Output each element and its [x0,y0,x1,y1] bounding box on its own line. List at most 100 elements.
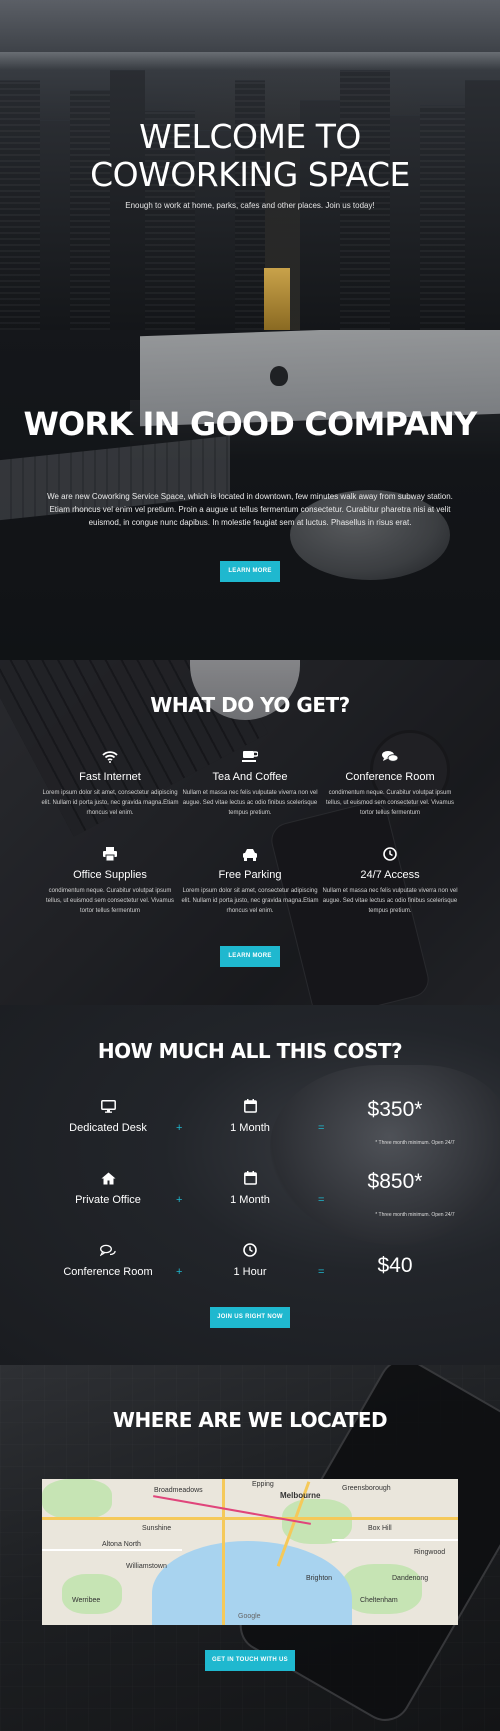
building [110,70,145,330]
pricing-row: Dedicated Desk + 1 Month = $350* * Three… [0,1098,500,1158]
price: $350* [367,1098,423,1121]
feature-text: Nullam et massa nec felis vulputate vive… [182,790,318,816]
plus-sign: + [176,1122,183,1134]
clock-icon [320,846,460,862]
learn-more-button[interactable]: LEARN MORE [220,561,280,582]
equals-sign: = [318,1194,325,1206]
features-title: WHAT DO YO GET? [150,693,350,717]
feature-title: Free Parking [218,869,282,881]
map-label: Williamstown [126,1563,167,1570]
pricing-section: HOW MUCH ALL THIS COST? Dedicated Desk +… [0,1005,500,1365]
car-icon [180,846,320,862]
map-label-city: Melbourne [280,1491,321,1500]
home-icon [48,1170,168,1186]
chat-icon [48,1242,168,1258]
feature-24-7-access: 24/7 Access Nullam et massa nec felis vu… [320,846,460,916]
company-title: WORK IN GOOD COMPANY [23,405,477,443]
map-label: Altona North [102,1541,141,1548]
feature-title: Conference Room [345,771,435,783]
golden-tower [264,268,290,330]
feature-tea-coffee: Tea And Coffee Nullam et massa nec felis… [180,748,320,818]
pricing-space: Private Office [48,1170,168,1206]
company-section: WORK IN GOOD COMPANY We are new Coworkin… [0,330,500,660]
join-us-button[interactable]: JOIN US RIGHT NOW [210,1307,290,1328]
feature-title: Fast Internet [79,771,141,783]
pricing-title: HOW MUCH ALL THIS COST? [97,1039,403,1063]
calendar-icon [200,1098,300,1114]
location-title: WHERE ARE WE LOCATED [112,1408,388,1432]
map-label: Sunshine [142,1525,172,1532]
map-label: Brighton [306,1575,333,1582]
price: $40 [377,1254,413,1277]
map-road [42,1549,182,1551]
feature-free-parking: Free Parking Lorem ipsum dolor sit amet,… [180,846,320,916]
map-label: Epping [252,1481,274,1488]
hero-title-line1: WELCOME TO [139,117,361,156]
duration-label: 1 Hour [233,1266,267,1278]
map-label: Ringwood [414,1549,446,1556]
wifi-icon [40,748,180,764]
hero-title-line2: COWORKING SPACE [90,155,410,194]
feature-fast-internet: Fast Internet Lorem ipsum dolor sit amet… [40,748,180,818]
map-label: Dandenong [392,1575,429,1582]
feature-title: Office Supplies [73,869,147,881]
feature-text: Nullam et massa nec felis vulputate vive… [322,888,458,914]
desktop-icon [48,1098,168,1114]
coffee-icon [180,748,320,764]
map-label: Werribee [72,1597,101,1604]
duration-label: 1 Month [230,1194,270,1206]
pricing-space: Dedicated Desk [48,1098,168,1134]
feature-text: condimentum neque. Curabitur volutpat ip… [326,790,454,816]
space-label: Private Office [75,1194,141,1206]
map-label: Cheltenham [360,1597,398,1604]
feature-title: Tea And Coffee [212,771,288,783]
location-section: WHERE ARE WE LOCATED Melbourne Broadmead… [0,1365,500,1731]
feature-office-supplies: Office Supplies condimentum neque. Curab… [40,846,180,916]
printer-icon [40,846,180,862]
pricing-duration: 1 Month [200,1170,300,1206]
map-road [222,1479,225,1625]
building [340,70,390,330]
get-in-touch-button[interactable]: GET IN TOUCH WITH US [205,1650,295,1671]
pricing-space: Conference Room [48,1242,168,1278]
map-road [332,1539,458,1541]
space-label: Dedicated Desk [69,1122,147,1134]
hero-section: WELCOME TO COWORKING SPACE Enough to wor… [0,0,500,330]
pricing-duration: 1 Hour [200,1242,300,1278]
feature-title: 24/7 Access [360,869,420,881]
hero-title: WELCOME TO COWORKING SPACE [0,118,500,194]
google-logo: Google [238,1613,261,1620]
space-label: Conference Room [63,1266,153,1278]
calendar-icon [200,1170,300,1186]
pricing-row: Private Office + 1 Month = $850* * Three… [0,1170,500,1230]
feature-text: condimentum neque. Curabitur volutpat ip… [46,888,174,914]
price-note: * Three month minimum. Open 24/7 [375,1212,455,1218]
map-park [42,1479,112,1519]
feature-text: Lorem ipsum dolor sit amet, consectetur … [41,790,179,816]
price: $850* [367,1170,423,1193]
features-section: WHAT DO YO GET? Fast Internet Lorem ipsu… [0,660,500,1005]
learn-more-button[interactable]: LEARN MORE [220,946,280,967]
map-park [342,1564,422,1614]
feature-text: Lorem ipsum dolor sit amet, consectetur … [181,888,319,914]
equals-sign: = [318,1122,325,1134]
company-description: We are new Coworking Service Space, whic… [47,492,453,527]
plus-sign: + [176,1194,183,1206]
clock-icon [200,1242,300,1258]
price-note: * Three month minimum. Open 24/7 [375,1140,455,1146]
map-label: Box Hill [368,1525,392,1532]
map-label: Broadmeadows [154,1487,203,1494]
map-park [62,1574,122,1614]
equals-sign: = [318,1266,325,1278]
pricing-row: Conference Room + 1 Hour = $40 [0,1242,500,1302]
feature-conference-room: Conference Room condimentum neque. Curab… [320,748,460,818]
map-label: Greensborough [342,1485,391,1492]
chat-icon [320,748,460,764]
plus-sign: + [176,1266,183,1278]
pricing-duration: 1 Month [200,1098,300,1134]
google-map[interactable]: Melbourne Broadmeadows Epping Greensboro… [42,1479,458,1625]
horizon [0,52,500,70]
hero-subtitle: Enough to work at home, parks, cafes and… [125,201,375,210]
duration-label: 1 Month [230,1122,270,1134]
map-road [42,1517,458,1520]
